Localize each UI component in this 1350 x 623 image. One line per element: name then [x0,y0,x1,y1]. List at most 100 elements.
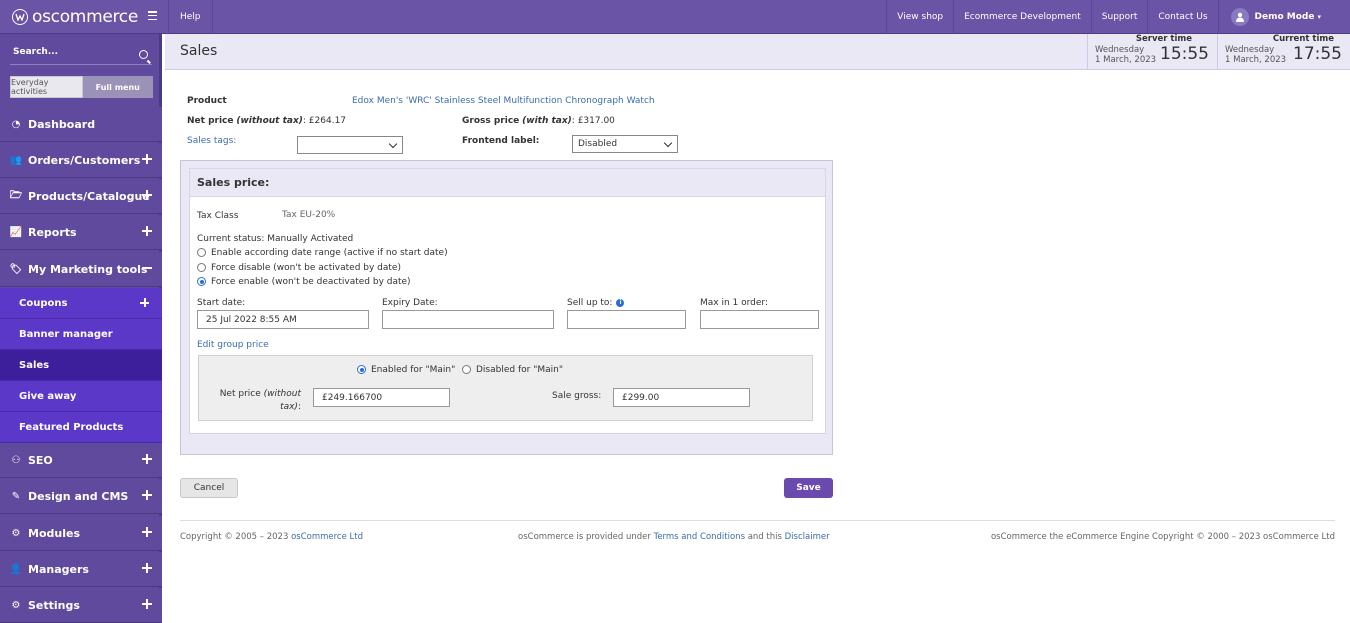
oscommerce-link[interactable]: osCommerce Ltd [291,532,363,542]
group-net-price-field[interactable]: £249.166700 [313,388,450,407]
sidebar-item-modules[interactable]: ⚙ Modules [0,516,162,551]
radio-disabled-main[interactable] [462,365,471,374]
full-menu-button[interactable]: Full menu [82,76,153,98]
expand-plus-icon[interactable] [142,527,152,537]
contact-us-link[interactable]: Contact Us [1147,0,1217,34]
logo[interactable]: oscommerce [0,0,165,34]
page-title: Sales [180,43,218,59]
sidebar-item-design-cms[interactable]: ✎ Design and CMS [0,479,162,514]
sidebar-item-label: Settings [28,598,80,612]
sidebar-item-seo[interactable]: ⚇ SEO [0,443,162,478]
dashboard-icon: ◔ [11,118,21,130]
sidebar-subitem-featured-products[interactable]: Featured Products [0,412,162,443]
product-label: Product [187,96,227,106]
top-nav: View shop Ecommerce Development Support … [886,0,1333,34]
sidebar-item-orders-customers[interactable]: 👥 Orders/Customers [0,143,162,178]
edit-group-price-link[interactable]: Edit group price [197,340,269,350]
top-bar: oscommerce Help View shop Ecommerce Deve… [0,0,1350,34]
sidebar-subitem-sales[interactable]: Sales [0,350,162,381]
sidebar-subitem-give-away[interactable]: Give away [0,381,162,412]
menu-toggle-icon[interactable] [148,11,157,20]
everyday-activities-button[interactable]: Everyday activities [10,76,83,98]
current-time-clock: 17:55 [1293,44,1342,64]
server-time-label: Server time [1135,34,1192,44]
folder-icon: 🗁 [9,189,23,201]
sale-gross-field[interactable]: £299.00 [613,388,750,407]
expand-plus-icon[interactable] [142,490,152,500]
sidebar-item-settings[interactable]: ⚙ Settings [0,588,162,623]
start-date-field[interactable]: 25 Jul 2022 8:55 AM [197,310,369,329]
footer-divider [180,520,1335,521]
users-icon: 👥 [9,154,23,166]
expand-plus-icon[interactable] [142,226,152,236]
server-time-date: Wednesday 1 March, 2023 [1095,45,1157,65]
product-name-link[interactable]: Edox Men's 'WRC' Stainless Steel Multifu… [352,96,655,106]
sitemap-icon: ⚇ [11,454,21,466]
expand-plus-icon[interactable] [142,154,152,164]
radio-disabled-main-label: Disabled for "Main" [476,365,563,375]
sidebar-item-label: Products/Catalogue [28,189,150,203]
sidebar-item-label: Orders/Customers [28,153,141,167]
sidebar-item-dashboard[interactable]: ◔ Dashboard [0,107,162,142]
expand-plus-icon[interactable] [142,599,152,609]
expiry-date-label: Expiry Date: [382,298,438,308]
user-menu[interactable]: Demo Mode ▾ [1217,0,1333,34]
sidebar-item-label: My Marketing tools [28,262,148,276]
sidebar-subitem-coupons[interactable]: Coupons [0,288,162,319]
sidebar-item-products-catalogue[interactable]: 🗁 Products/Catalogue [0,179,162,214]
group-price-box: Enabled for "Main" Disabled for "Main" N… [198,355,813,421]
expand-plus-icon[interactable] [140,298,149,307]
caret-down-icon: ▾ [1317,13,1321,21]
server-time-clock: 15:55 [1160,44,1209,64]
frontend-label-select[interactable]: Disabled [572,135,678,153]
info-icon[interactable]: i [616,298,625,307]
search-icon[interactable] [139,50,148,59]
expand-plus-icon[interactable] [142,454,152,464]
radio-force-enable[interactable] [197,277,206,286]
sidebar-subitem-banner-manager[interactable]: Banner manager [0,319,162,350]
help-link[interactable]: Help [168,0,213,34]
sales-tags-select[interactable] [297,136,403,154]
radio-force-disable[interactable] [197,263,206,272]
sidebar-item-label: Design and CMS [28,489,129,503]
sales-price-heading: Sales price: [190,169,825,197]
net-price-info: Net price (without tax): £264.17 [187,116,347,126]
search-input[interactable]: Search... [10,43,152,65]
sales-tags-link[interactable]: Sales tags: [187,136,236,146]
support-link[interactable]: Support [1090,0,1148,34]
ecommerce-development-link[interactable]: Ecommerce Development [953,0,1091,34]
radio-date-range[interactable] [197,248,206,257]
expand-plus-icon[interactable] [142,563,152,573]
sidebar-subitem-label: Sales [19,359,50,371]
search-placeholder: Search... [13,47,59,57]
save-button[interactable]: Save [784,478,833,498]
menu-mode-toggle: Everyday activities Full menu [10,76,153,98]
puzzle-icon: ⚙ [11,527,21,539]
radio-enabled-main[interactable] [357,365,366,374]
cancel-button[interactable]: Cancel [180,478,238,498]
terms-link[interactable]: Terms and Conditions [654,532,745,542]
sidebar-subitem-label: Give away [19,390,77,402]
disclaimer-link[interactable]: Disclaimer [785,532,830,542]
max-in-order-field[interactable] [700,310,819,329]
sidebar-item-managers[interactable]: 👤 Managers [0,552,162,587]
user-icon [1230,8,1249,26]
expand-plus-icon[interactable] [142,190,152,200]
current-time: Current time Wednesday 1 March, 2023 17:… [1217,34,1350,70]
current-time-date: Wednesday 1 March, 2023 [1225,45,1287,65]
sidebar: Search... Everyday activities Full menu … [0,34,162,623]
sale-gross-label: Sale gross: [552,391,602,401]
sales-price-box: Sales price: Tax Class Tax EU-20% Curren… [189,168,826,434]
tax-class-label: Tax Class [197,211,239,221]
collapse-minus-icon[interactable] [142,263,152,273]
sidebar-item-marketing-tools[interactable]: 🏷 My Marketing tools [0,252,162,287]
sidebar-item-reports[interactable]: 📈 Reports [0,215,162,250]
expiry-date-field[interactable] [382,310,554,329]
start-date-label: Start date: [197,298,246,308]
view-shop-link[interactable]: View shop [886,0,953,34]
sell-up-to-field[interactable] [567,310,686,329]
footer-copyright: Copyright © 2005 – 2023 osCommerce Ltd [180,532,363,542]
content-header: Sales Server time Wednesday 1 March, 202… [165,34,1350,70]
chevron-down-icon [388,139,398,149]
current-time-label: Current time [1272,34,1334,44]
